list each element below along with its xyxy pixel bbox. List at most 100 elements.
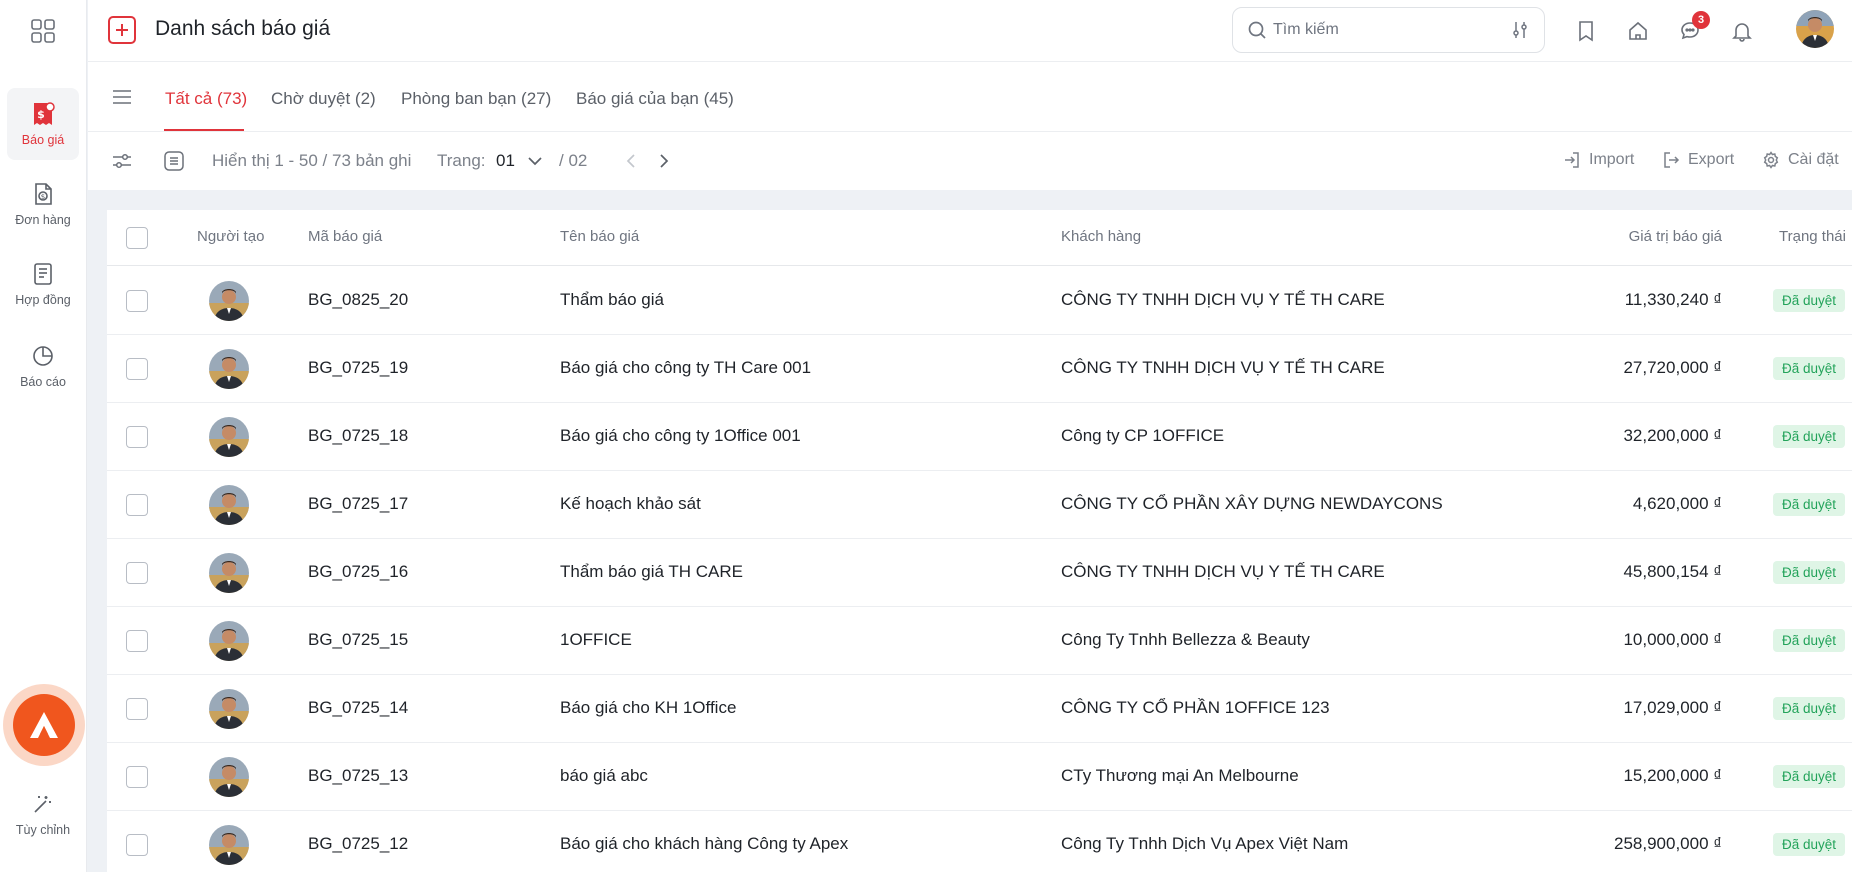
bell-icon[interactable]	[1728, 17, 1756, 45]
row-checkbox[interactable]	[126, 290, 148, 312]
tab-cho-duyet[interactable]: Chờ duyệt (2)	[271, 89, 376, 109]
col-customer[interactable]: Khách hàng	[1061, 228, 1141, 245]
col-code[interactable]: Mã báo giá	[308, 228, 382, 245]
row-checkbox[interactable]	[126, 698, 148, 720]
topbar: Danh sách báo giá 3	[88, 0, 1852, 62]
quote-code[interactable]: BG_0725_17	[308, 494, 408, 514]
row-checkbox[interactable]	[126, 358, 148, 380]
col-value[interactable]: Giá trị báo giá	[1629, 228, 1722, 245]
table-row[interactable]: BG_0725_16 Thẩm báo giá TH CARE CÔNG TY TN…	[107, 539, 1852, 607]
quote-icon: $	[30, 101, 56, 127]
next-page-icon[interactable]	[651, 149, 675, 173]
add-quote-button[interactable]	[108, 16, 136, 44]
status-badge: Đã duyệt	[1773, 833, 1846, 856]
quote-name[interactable]: Thẩm báo giá	[560, 290, 664, 310]
table-row[interactable]: BG_0725_12 Báo giá cho khách hàng Công ty…	[107, 811, 1852, 872]
sidebar-item-hop-dong[interactable]: Hợp đồng	[7, 248, 79, 320]
quote-code[interactable]: BG_0725_18	[308, 426, 408, 446]
sidebar-item-bao-gia[interactable]: $ Báo giá	[7, 88, 79, 160]
quote-name[interactable]: Báo giá cho KH 1Office	[560, 698, 736, 718]
sidebar-item-don-hang[interactable]: $ Đơn hàng	[7, 168, 79, 240]
quote-value: 15,200,000 ₫	[1623, 766, 1722, 785]
quote-code[interactable]: BG_0725_14	[308, 698, 408, 718]
filter-sliders-icon[interactable]	[1510, 20, 1530, 40]
table-row[interactable]: BG_0725_15 1OFFICE Công Ty Tnhh Bellezza &…	[107, 607, 1852, 675]
sidebar-item-label: Báo giá	[21, 133, 65, 147]
filter-settings-icon[interactable]	[110, 149, 134, 173]
chat-icon[interactable]: 3	[1676, 11, 1710, 45]
list-view-icon[interactable]	[162, 149, 186, 173]
customer-name[interactable]: CÔNG TY CỔ PHẦN 1OFFICE 123	[1061, 698, 1330, 718]
quote-name[interactable]: Báo giá cho công ty 1Office 001	[560, 426, 801, 446]
quote-name[interactable]: Kế hoạch khảo sát	[560, 494, 701, 514]
quote-value: 32,200,000 ₫	[1623, 426, 1722, 445]
sidebar-item-label: Tùy chỉnh	[15, 823, 71, 837]
customer-name[interactable]: CÔNG TY CỔ PHẦN XÂY DỰNG NEWDAYCONS	[1061, 494, 1443, 514]
page-select-value[interactable]: 01	[496, 151, 515, 171]
sidebar-item-bao-cao[interactable]: Báo cáo	[7, 330, 79, 402]
quote-name[interactable]: Báo giá cho khách hàng Công ty Apex	[560, 834, 848, 854]
quote-code[interactable]: BG_0725_19	[308, 358, 408, 378]
table-row[interactable]: BG_0825_20 Thẩm báo giá CÔNG TY TNHH DỊCH …	[107, 267, 1852, 335]
col-creator[interactable]: Người tạo	[197, 228, 264, 245]
quote-value: 27,720,000 ₫	[1623, 358, 1722, 377]
table-row[interactable]: BG_0725_17 Kế hoạch khảo sát CÔNG TY CỔ PH…	[107, 471, 1852, 539]
search-box[interactable]	[1232, 7, 1545, 53]
customer-name[interactable]: Công ty CP 1OFFICE	[1061, 426, 1224, 446]
bookmark-icon[interactable]	[1572, 17, 1600, 45]
quote-code[interactable]: BG_0825_20	[308, 290, 408, 310]
creator-avatar	[209, 825, 249, 865]
quote-name[interactable]: Thẩm báo giá TH CARE	[560, 562, 743, 582]
quote-code[interactable]: BG_0725_12	[308, 834, 408, 854]
table-row[interactable]: BG_0725_13 báo giá abc CTy Thương mại An M…	[107, 743, 1852, 811]
home-icon[interactable]	[1624, 17, 1652, 45]
sidebar-item-tuy-chinh[interactable]: Tùy chỉnh	[7, 778, 79, 850]
creator-avatar	[209, 553, 249, 593]
status-badge: Đã duyệt	[1773, 289, 1846, 312]
row-checkbox[interactable]	[126, 766, 148, 788]
prev-page-icon[interactable]	[620, 149, 644, 173]
table-row[interactable]: BG_0725_19 Báo giá cho công ty TH Care 00…	[107, 335, 1852, 403]
tab-bao-gia-cua-ban[interactable]: Báo giá của bạn (45)	[576, 89, 734, 109]
user-avatar[interactable]	[1796, 10, 1834, 48]
table-row[interactable]: BG_0725_18 Báo giá cho công ty 1Office 00…	[107, 403, 1852, 471]
apps-grid-icon[interactable]	[26, 14, 60, 48]
customer-name[interactable]: CÔNG TY TNHH DỊCH VỤ Y TẾ TH CARE	[1061, 562, 1385, 582]
export-button[interactable]: Export	[1662, 151, 1734, 169]
select-all-checkbox[interactable]	[126, 227, 148, 249]
settings-button[interactable]: Cài đặt	[1762, 151, 1839, 169]
brand-logo-button[interactable]	[3, 684, 85, 766]
row-checkbox[interactable]	[126, 426, 148, 448]
search-input[interactable]	[1273, 21, 1510, 39]
table-row[interactable]: BG_0725_14 Báo giá cho KH 1Office CÔNG TY …	[107, 675, 1852, 743]
menu-icon[interactable]	[110, 85, 134, 109]
tab-phong-ban-ban[interactable]: Phòng ban bạn (27)	[401, 89, 551, 109]
sidebar: $ Báo giá $ Đơn hàng Hợp đồng Báo cáo Tù…	[0, 0, 87, 872]
customer-name[interactable]: CÔNG TY TNHH DỊCH VỤ Y TẾ TH CARE	[1061, 358, 1385, 378]
customer-name[interactable]: Công Ty Tnhh Dịch Vụ Apex Việt Nam	[1061, 834, 1348, 854]
col-status[interactable]: Trạng thái	[1779, 228, 1846, 245]
plus-icon	[116, 24, 128, 36]
chevron-down-icon[interactable]	[523, 149, 547, 173]
import-button[interactable]: Import	[1563, 151, 1634, 169]
customer-name[interactable]: CÔNG TY TNHH DỊCH VỤ Y TẾ TH CARE	[1061, 290, 1385, 310]
tab-tat-ca[interactable]: Tất cả (73)	[165, 89, 247, 109]
page-total: / 02	[559, 151, 588, 170]
quote-code[interactable]: BG_0725_15	[308, 630, 408, 650]
quote-name[interactable]: Báo giá cho công ty TH Care 001	[560, 358, 811, 378]
customer-name[interactable]: Công Ty Tnhh Bellezza & Beauty	[1061, 630, 1310, 650]
quote-name[interactable]: 1OFFICE	[560, 630, 632, 650]
status-badge: Đã duyệt	[1773, 629, 1846, 652]
row-checkbox[interactable]	[126, 834, 148, 856]
quote-code[interactable]: BG_0725_16	[308, 562, 408, 582]
quote-code[interactable]: BG_0725_13	[308, 766, 408, 786]
row-checkbox[interactable]	[126, 630, 148, 652]
row-checkbox[interactable]	[126, 494, 148, 516]
quote-value: 258,900,000 ₫	[1614, 834, 1722, 853]
customer-name[interactable]: CTy Thương mại An Melbourne	[1061, 766, 1299, 786]
row-checkbox[interactable]	[126, 562, 148, 584]
quote-name[interactable]: báo giá abc	[560, 766, 648, 786]
col-name[interactable]: Tên báo giá	[560, 228, 639, 245]
search-icon	[1248, 21, 1266, 39]
creator-avatar	[209, 349, 249, 389]
